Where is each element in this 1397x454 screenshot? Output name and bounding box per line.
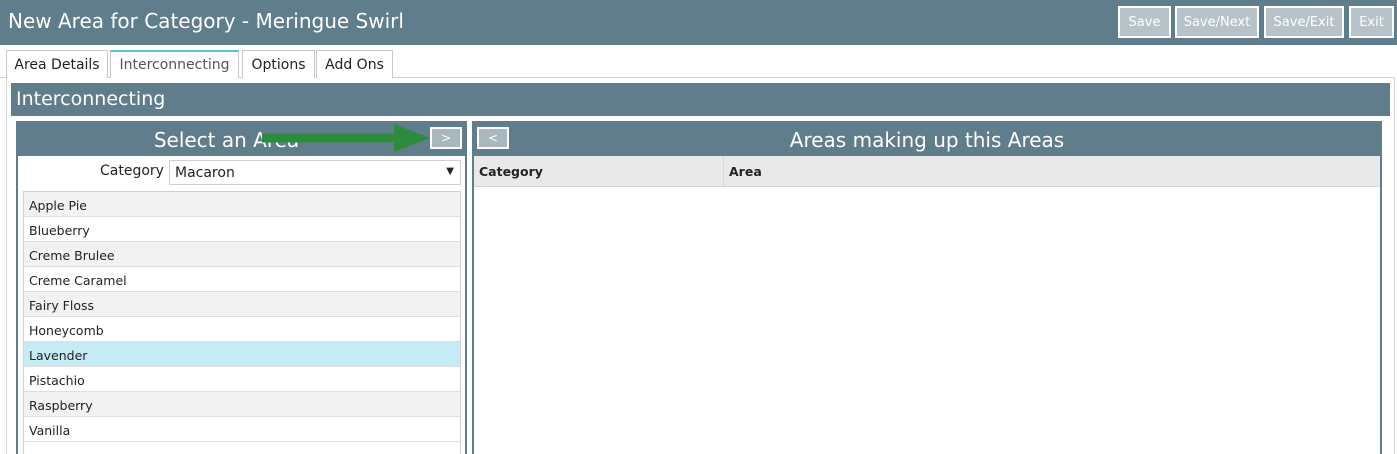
section-title: Interconnecting (16, 88, 166, 110)
tab-add-ons[interactable]: Add Ons (316, 50, 393, 78)
list-item-apple-pie[interactable]: Apple Pie (24, 192, 460, 217)
list-item-lavender[interactable]: Lavender (24, 342, 460, 367)
exit-button[interactable]: Exit (1349, 6, 1394, 38)
section-header (11, 83, 1390, 116)
page-title: New Area for Category - Meringue Swirl (8, 9, 404, 33)
column-divider (723, 156, 724, 186)
list-item-blueberry[interactable]: Blueberry (24, 217, 460, 242)
category-select-value: Macaron (175, 165, 235, 181)
list-item-creme-brulee[interactable]: Creme Brulee (24, 242, 460, 267)
chevron-down-icon: ▼ (446, 166, 454, 177)
top-bar: New Area for Category - Meringue Swirl S… (0, 0, 1397, 45)
list-item-creme-caramel[interactable]: Creme Caramel (24, 267, 460, 292)
areas-making-up-header: Areas making up this Areas (474, 123, 1380, 156)
tab-area-details[interactable]: Area Details (6, 50, 108, 78)
category-select[interactable]: Macaron ▼ (169, 160, 461, 185)
tab-options[interactable]: Options (242, 50, 315, 78)
list-item-honeycomb[interactable]: Honeycomb (24, 317, 460, 342)
save-next-button[interactable]: Save/Next (1175, 6, 1259, 38)
select-area-header: Select an Area (18, 123, 465, 156)
areas-making-up-title: Areas making up this Areas (789, 127, 1065, 152)
category-label: Category (100, 163, 164, 179)
list-item-pistachio[interactable]: Pistachio (24, 367, 460, 392)
column-header-category[interactable]: Category (479, 164, 543, 179)
move-right-button[interactable]: > (430, 127, 462, 149)
select-area-title: Select an Area (153, 127, 300, 152)
column-header-area[interactable]: Area (729, 164, 762, 179)
tab-interconnecting[interactable]: Interconnecting (110, 50, 239, 78)
list-item-fairy-floss[interactable]: Fairy Floss (24, 292, 460, 317)
save-exit-button[interactable]: Save/Exit (1264, 6, 1344, 38)
area-list: Apple Pie Blueberry Creme Brulee Creme C… (23, 191, 461, 454)
move-left-button[interactable]: < (477, 127, 509, 149)
list-item-vanilla[interactable]: Vanilla (24, 417, 460, 442)
grid-header: Category Area (474, 156, 1380, 187)
list-item-raspberry[interactable]: Raspberry (24, 392, 460, 417)
save-button[interactable]: Save (1118, 6, 1171, 38)
